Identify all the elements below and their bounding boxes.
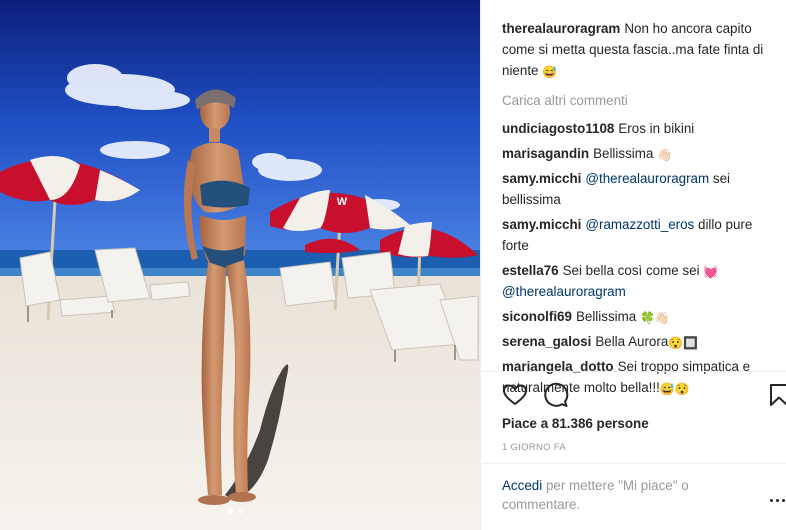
comment-username-link[interactable]: estella76 xyxy=(502,263,559,278)
divider xyxy=(482,371,786,372)
comment-mention-link[interactable]: @therealauroragram xyxy=(585,171,709,186)
bookmark-outline-icon xyxy=(770,384,786,406)
ellipsis-icon xyxy=(782,498,785,502)
caption-username-link[interactable]: therealauroragram xyxy=(502,21,620,36)
post-photo[interactable]: W xyxy=(0,0,480,530)
comment-username-link[interactable]: siconolfi69 xyxy=(502,309,572,324)
comment-item: samy.micchi @ramazzotti_eros dillo pure f… xyxy=(502,214,774,256)
comment-mention-link[interactable]: @ramazzotti_eros xyxy=(585,217,694,232)
comment-item: siconolfi69 Bellissima 🍀👋🏻 xyxy=(502,306,774,327)
beach-photo: W xyxy=(0,0,480,530)
comment-login-prompt: Accedi per mettere "Mi piace" o commenta… xyxy=(502,476,732,514)
clover-waving-emoji-icon: 🍀👋🏻 xyxy=(639,311,670,325)
comment-item: estella76 Sei bella così come sei 💓 @ther… xyxy=(502,260,774,302)
login-link[interactable]: Accedi xyxy=(502,478,542,493)
comment-text: Bellissima xyxy=(575,309,637,324)
heart-outline-icon xyxy=(503,384,527,405)
comment-username-link[interactable]: undiciagosto1108 xyxy=(502,121,614,136)
comment-button[interactable] xyxy=(543,382,569,408)
comment-text: Sei bella così come sei xyxy=(562,263,700,278)
carousel-indicator xyxy=(227,508,244,514)
comment-item: serena_galosi Bella Aurora😯🔲 xyxy=(502,331,774,352)
save-button[interactable] xyxy=(766,382,786,408)
comments-list: therealauroragram Non ho ancora capito co… xyxy=(502,18,774,402)
grinning-sweat-emoji-icon: 😅 xyxy=(542,65,558,79)
heart-emoji-icon: 💓 xyxy=(703,265,719,279)
more-options-button[interactable] xyxy=(770,495,786,505)
ellipsis-icon xyxy=(770,498,773,502)
comment-username-link[interactable]: samy.micchi xyxy=(502,171,581,186)
comment-item: samy.micchi @therealauroragram sei bellis… xyxy=(502,168,774,210)
svg-text:W: W xyxy=(337,196,348,208)
comment-mention-link[interactable]: @therealauroragram xyxy=(502,284,626,299)
carousel-dot[interactable] xyxy=(238,508,244,514)
post-caption: therealauroragram Non ho ancora capito co… xyxy=(502,18,774,81)
comment-item: undiciagosto1108 Eros in bikini xyxy=(502,118,774,139)
load-more-comments-link[interactable]: Carica altri commenti xyxy=(502,90,774,111)
comment-text: Bella Aurora xyxy=(595,334,669,349)
comment-username-link[interactable]: serena_galosi xyxy=(502,334,591,349)
likes-count[interactable]: Piace a 81.386 persone xyxy=(502,416,649,431)
comment-username-link[interactable]: samy.micchi xyxy=(502,217,581,232)
speech-bubble-icon xyxy=(544,382,569,407)
waving-hand-emoji-icon: 👋🏻 xyxy=(657,148,673,162)
surprised-emoji-icon: 😯🔲 xyxy=(668,336,699,350)
post-timestamp: 1 GIORNO FA xyxy=(502,442,567,453)
divider xyxy=(482,463,786,464)
comment-text: Bellissima xyxy=(593,146,654,161)
comment-username-link[interactable]: marisagandin xyxy=(502,146,589,161)
ellipsis-icon xyxy=(776,498,779,502)
post-actions xyxy=(502,382,786,410)
post-details-panel: therealauroragram Non ho ancora capito co… xyxy=(480,0,786,530)
comment-item: marisagandin Bellissima 👋🏻 xyxy=(502,143,774,164)
carousel-dot-active[interactable] xyxy=(227,508,233,514)
comment-text: Eros in bikini xyxy=(618,121,695,136)
like-button[interactable] xyxy=(502,382,528,408)
